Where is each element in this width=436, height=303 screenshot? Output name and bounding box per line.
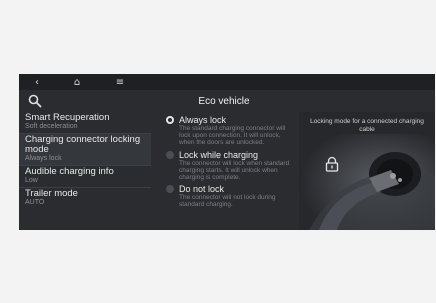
menu-item-title: Charging connector locking mode [25,134,141,155]
menu-icon: ≡ [115,76,125,88]
menu-item-value: Always lock [25,155,62,162]
option-description: The connector will lock when standard ch… [179,159,290,182]
option-lock-while-charging[interactable]: Lock while charging The connector will l… [165,150,295,182]
menu-item-audible-charging-info[interactable]: Audible charging info Low [19,166,151,188]
home-icon: ⌂ [73,76,81,88]
menu-item-charging-connector-locking[interactable]: Charging connector locking mode Always l… [19,134,151,166]
charging-plug-illustration [299,134,435,230]
back-icon: ‹ [35,76,39,88]
menu-item-title: Smart Recuperation [25,112,110,123]
search-button[interactable] [27,93,43,109]
menu-item-value: AUTO [25,199,45,206]
radio-unselected-icon[interactable] [166,185,174,194]
option-always-lock[interactable]: Always lock The standard charging connec… [165,115,295,147]
option-title: Always lock [179,115,227,125]
option-title: Lock while charging [179,149,259,160]
screen-title: Eco vehicle [198,96,250,107]
home-button[interactable]: ⌂ [67,74,87,90]
search-icon [28,94,42,108]
settings-menu: Smart Recuperation Soft deceleration Cha… [19,112,151,209]
menu-button[interactable]: ≡ [110,74,130,90]
menu-item-smart-recuperation[interactable]: Smart Recuperation Soft deceleration [19,112,151,134]
option-do-not-lock[interactable]: Do not lock The connector will not lock … [165,184,295,208]
padlock-icon [325,156,339,172]
menu-item-value: Low [25,177,38,184]
back-button[interactable]: ‹ [27,74,47,90]
option-title: Do not lock [179,184,225,195]
menu-item-title: Trailer mode [25,188,78,199]
menu-item-value: Soft deceleration [25,123,78,130]
panel-caption: Locking mode for a connected charging ca… [310,118,424,133]
top-bar: ‹ ⌂ ≡ [19,74,435,90]
radio-unselected-icon[interactable] [166,150,174,159]
locking-mode-options: Always lock The standard charging connec… [165,115,295,212]
option-description: The connector will not lock during stand… [179,194,276,209]
menu-item-title: Audible charging info [25,166,114,177]
menu-item-trailer-mode[interactable]: Trailer mode AUTO [19,188,151,209]
option-description: The standard charging connector will loc… [179,125,286,147]
infotainment-screen: ‹ ⌂ ≡ Eco vehicle Smart Recuperation Sof… [19,74,435,230]
info-panel: Locking mode for a connected charging ca… [299,112,435,230]
radio-selected-icon[interactable] [166,116,174,124]
